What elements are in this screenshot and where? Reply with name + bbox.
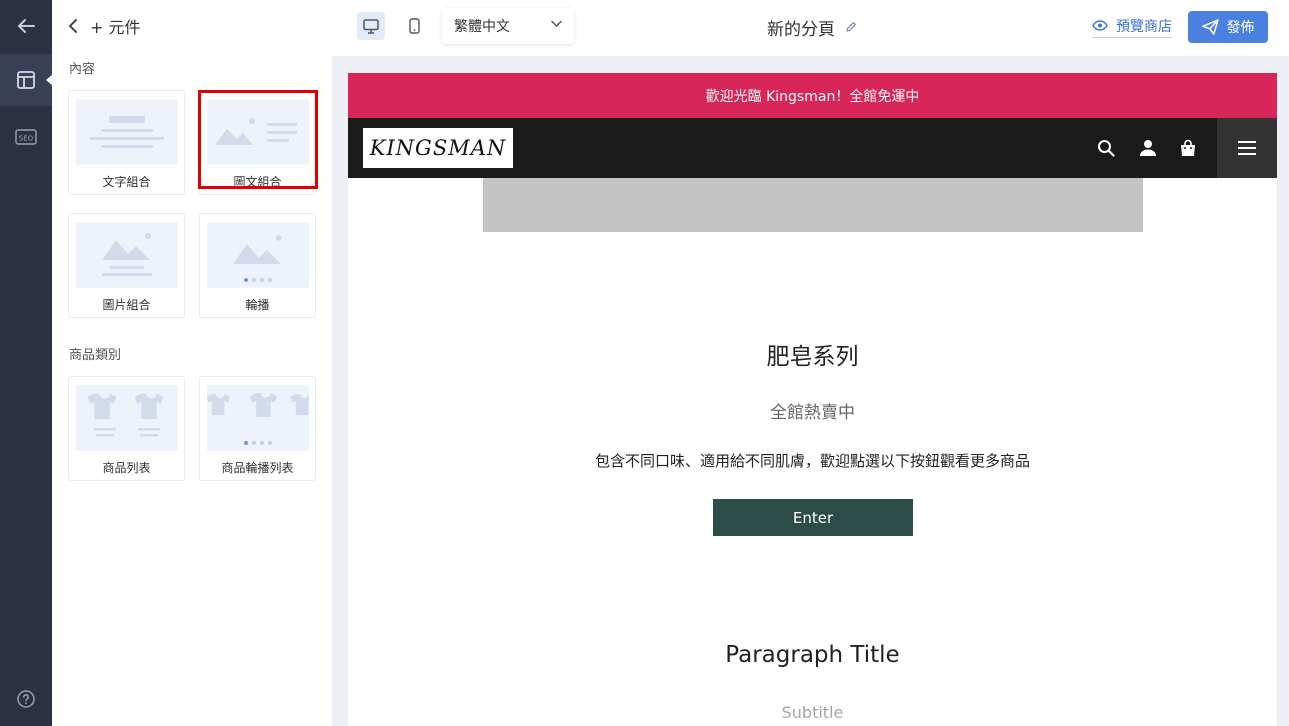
section-subtitle: 全館熱賣中 [770, 403, 855, 423]
seo-icon: SEO [15, 129, 37, 145]
site-cart-button[interactable] [1176, 136, 1200, 160]
text-lines-icon [90, 116, 164, 148]
seo-icon-label: SEO [19, 135, 34, 143]
image-icon [102, 233, 152, 276]
section-label-content: 內容 [69, 62, 96, 77]
card-label: 文字組合 [102, 175, 151, 189]
component-card-text-group[interactable]: 文字組合 [68, 90, 185, 195]
layout-icon [17, 71, 35, 89]
page-title-area: 新的分頁 [767, 14, 857, 40]
search-icon [1098, 140, 1115, 157]
hamburger-menu-icon [1238, 141, 1256, 155]
site-menu-button[interactable] [1217, 118, 1277, 178]
announcement-bar[interactable]: 歡迎光臨 Kingsman！全館免運中 [348, 73, 1277, 118]
product-list-thumbnail [76, 385, 178, 451]
site-account-button[interactable] [1136, 136, 1160, 160]
card-label: 商品列表 [102, 461, 151, 475]
language-select[interactable]: 繁體中文 [442, 8, 574, 44]
chevron-down-icon [551, 20, 562, 28]
arrow-left-icon [18, 19, 35, 33]
section-label-product-category: 商品類別 [69, 348, 122, 363]
component-card-product-list[interactable]: 商品列表 [68, 376, 185, 481]
preview-store-link[interactable]: 預覽商店 [1092, 16, 1172, 38]
logo-text: KINGSMAN [369, 136, 507, 160]
card-label: 圖片組合 [102, 298, 151, 312]
paragraph-title: Paragraph Title [725, 642, 900, 668]
component-card-product-carousel[interactable]: 商品輪播列表 [199, 376, 316, 481]
text-group-thumbnail [76, 99, 178, 165]
product-carousel-thumbnail [206, 385, 314, 451]
left-rail: SEO [0, 0, 53, 726]
section-title: 肥皂系列 [766, 344, 859, 370]
tshirt-icon [87, 393, 164, 437]
banner-image-placeholder[interactable] [483, 178, 1143, 232]
help-button[interactable] [0, 673, 52, 725]
rail-components-button[interactable] [0, 54, 53, 106]
editor-canvas: 歡迎光臨 Kingsman！全館免運中 KINGSMAN 肥皂系列 全館熱賣中 … [332, 56, 1289, 726]
site-search-button[interactable] [1094, 136, 1118, 160]
panel-header: + 元件 [68, 14, 141, 38]
preview-store-label: 預覽商店 [1116, 18, 1172, 35]
selection-highlight [198, 90, 318, 189]
desktop-icon [363, 18, 379, 34]
mobile-icon [408, 18, 420, 34]
chevron-left-icon[interactable] [68, 19, 78, 33]
help-icon [17, 690, 35, 708]
announcement-text: 歡迎光臨 Kingsman！全館免運中 [705, 88, 920, 105]
card-label: 輪播 [245, 298, 270, 312]
enter-button-label: Enter [792, 508, 834, 527]
section-description: 包含不同口味、適用給不同肌膚，歡迎點選以下按鈕觀看更多商品 [594, 452, 1030, 470]
publish-label: 發佈 [1226, 20, 1255, 36]
carousel-icon [233, 235, 282, 282]
carousel-thumbnail [207, 222, 309, 288]
paragraph-subtitle: Subtitle [781, 703, 844, 722]
eye-icon [1092, 20, 1108, 31]
site-preview[interactable]: 歡迎光臨 Kingsman！全館免運中 KINGSMAN 肥皂系列 全館熱賣中 … [348, 73, 1277, 726]
language-select-value: 繁體中文 [454, 19, 510, 35]
desktop-view-button[interactable] [357, 12, 385, 40]
rail-seo-button[interactable]: SEO [0, 111, 52, 163]
component-card-image-group[interactable]: 圖片組合 [68, 213, 185, 318]
page-title: 新的分頁 [767, 19, 835, 40]
pencil-icon[interactable] [845, 21, 857, 33]
card-label: 商品輪播列表 [221, 461, 294, 475]
shopping-bag-icon [1181, 139, 1195, 156]
top-bar: + 元件 繁體中文 新的分頁 預覽商店 發佈 [52, 0, 1289, 56]
tshirt-carousel-icon [206, 393, 314, 445]
panel-title: + 元件 [90, 18, 141, 37]
mobile-view-button[interactable] [400, 12, 428, 40]
image-group-thumbnail [76, 222, 178, 288]
publish-button[interactable]: 發佈 [1188, 11, 1268, 43]
enter-button[interactable]: Enter [713, 499, 913, 536]
site-logo[interactable]: KINGSMAN [363, 128, 513, 168]
back-button[interactable] [0, 0, 52, 52]
component-card-carousel[interactable]: 輪播 [199, 213, 316, 318]
site-navbar[interactable]: KINGSMAN [348, 118, 1277, 178]
send-icon [1201, 19, 1219, 35]
user-icon [1140, 140, 1156, 156]
